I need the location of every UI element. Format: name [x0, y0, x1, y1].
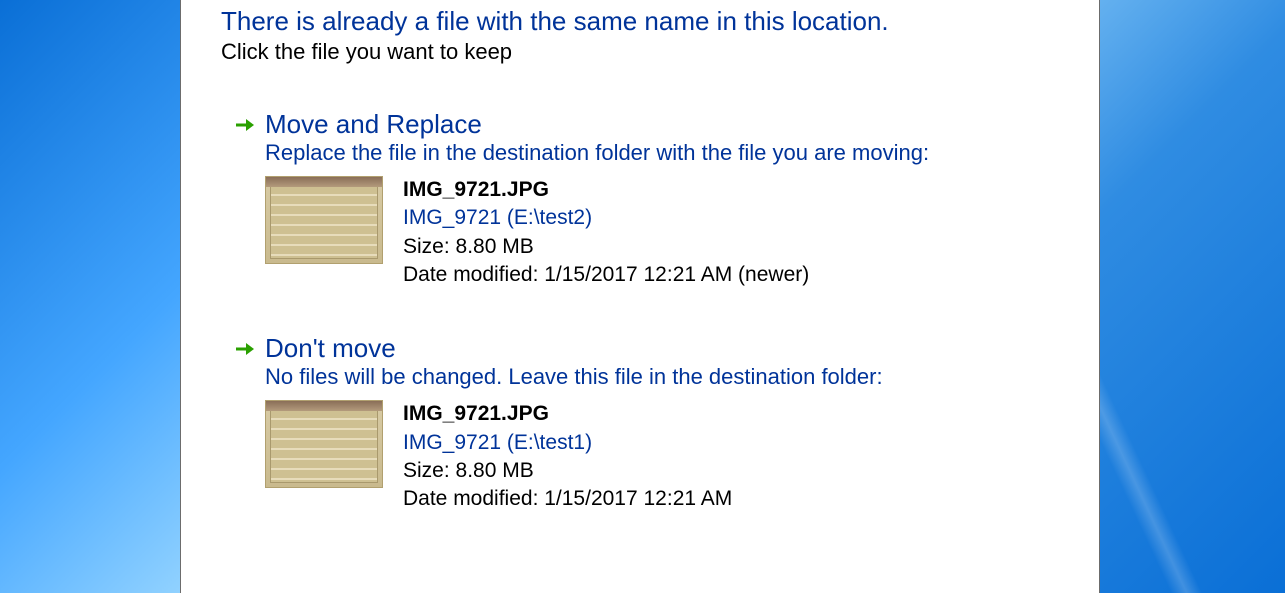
- file-location: IMG_9721 (E:\test1): [403, 429, 732, 457]
- arrow-right-icon: [233, 114, 255, 136]
- file-details: IMG_9721.JPG IMG_9721 (E:\test1) Size: 8…: [265, 400, 1069, 513]
- file-date-modified: Date modified: 1/15/2017 12:21 AM (newer…: [403, 261, 809, 289]
- option-description: No files will be changed. Leave this fil…: [265, 364, 1069, 390]
- file-details: IMG_9721.JPG IMG_9721 (E:\test2) Size: 8…: [265, 176, 1069, 289]
- option-description: Replace the file in the destination fold…: [265, 140, 1069, 166]
- option-dont-move[interactable]: Don't move No files will be changed. Lea…: [233, 333, 1069, 513]
- dialog-heading: There is already a file with the same na…: [221, 6, 1069, 37]
- option-move-and-replace[interactable]: Move and Replace Replace the file in the…: [233, 109, 1069, 289]
- file-thumbnail: [265, 176, 383, 264]
- file-name: IMG_9721.JPG: [403, 400, 732, 428]
- option-header: Move and Replace: [233, 109, 1069, 140]
- dialog-subheading: Click the file you want to keep: [221, 39, 1069, 65]
- file-info: IMG_9721.JPG IMG_9721 (E:\test2) Size: 8…: [403, 176, 809, 289]
- file-size: Size: 8.80 MB: [403, 233, 809, 261]
- file-name: IMG_9721.JPG: [403, 176, 809, 204]
- option-title: Move and Replace: [265, 109, 482, 140]
- file-date-modified: Date modified: 1/15/2017 12:21 AM: [403, 485, 732, 513]
- file-thumbnail: [265, 400, 383, 488]
- file-location: IMG_9721 (E:\test2): [403, 204, 809, 232]
- file-size: Size: 8.80 MB: [403, 457, 732, 485]
- option-header: Don't move: [233, 333, 1069, 364]
- arrow-right-icon: [233, 338, 255, 360]
- file-conflict-dialog: There is already a file with the same na…: [180, 0, 1100, 593]
- file-info: IMG_9721.JPG IMG_9721 (E:\test1) Size: 8…: [403, 400, 732, 513]
- option-title: Don't move: [265, 333, 396, 364]
